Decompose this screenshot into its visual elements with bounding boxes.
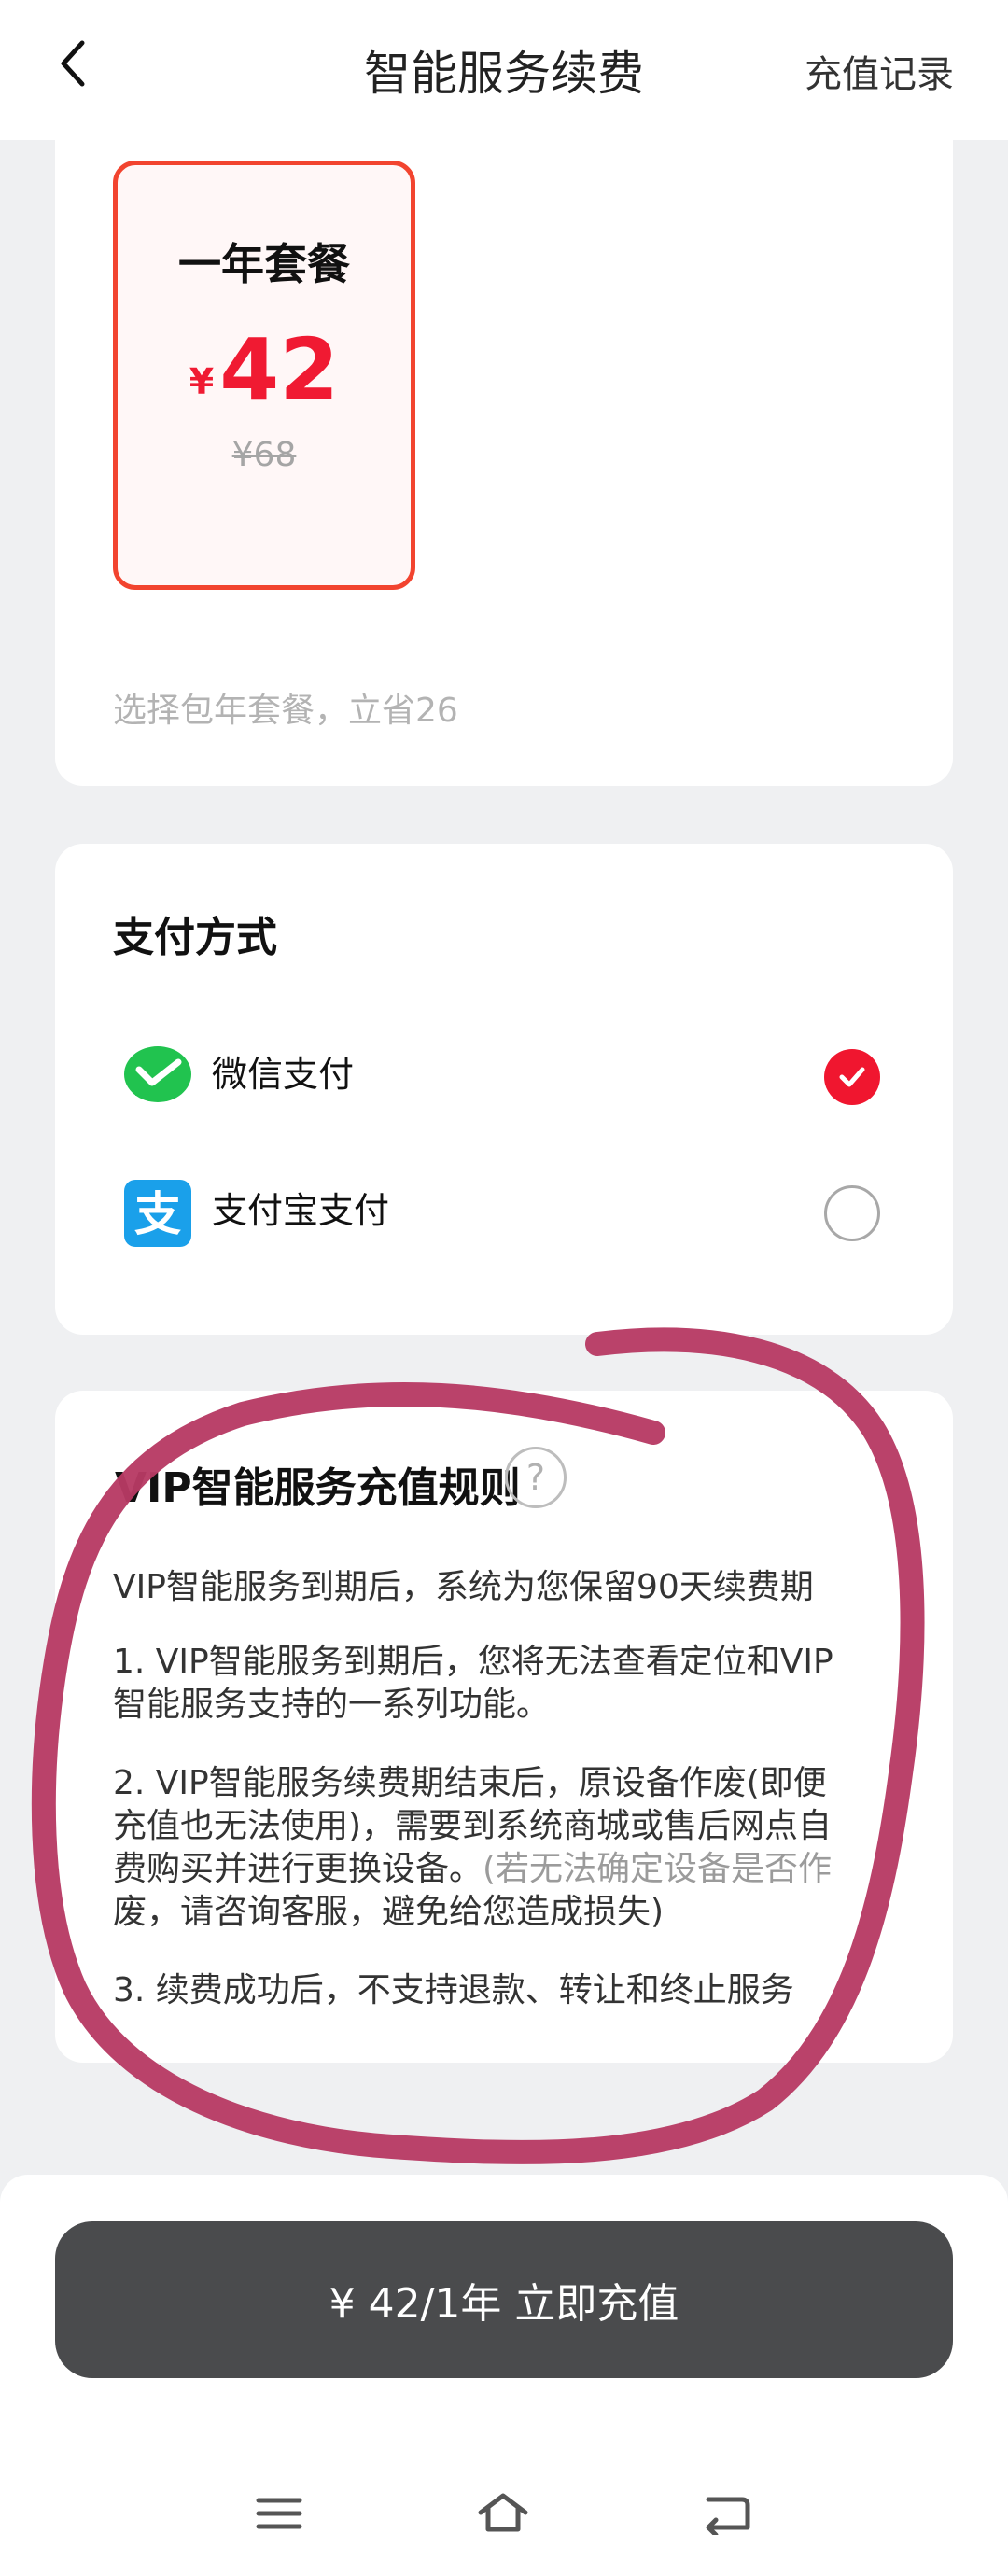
plan-option-yearly[interactable]: 一年套餐 ¥42 ¥68 xyxy=(113,161,415,590)
rule-item-2-note-start: (若无法确定设备是否作 xyxy=(483,1850,833,1888)
home-icon xyxy=(478,2493,528,2532)
nav-home-button[interactable] xyxy=(461,2471,545,2555)
rule-item-2-line-2: 充值也无法使用)，需要到系统商城或售后网点自 xyxy=(113,1807,833,1845)
radio-unselected[interactable] xyxy=(824,1185,880,1241)
rule-item-2-line-1: 2. VIP智能服务续费期结束后，原设备作废(即便 xyxy=(113,1764,827,1802)
plan-card: 一年套餐 ¥42 ¥68 选择包年套餐，立省26 xyxy=(55,112,953,786)
return-icon xyxy=(706,2497,750,2535)
rule-item-2-line-3: 费购买并进行更换设备。(若无法确定设备是否作 xyxy=(113,1848,953,1891)
radio-selected[interactable] xyxy=(824,1049,880,1105)
plan-name: 一年套餐 xyxy=(178,239,350,289)
rule-item-2-line-3-main: 费购买并进行更换设备。 xyxy=(113,1850,483,1888)
recharge-history-link[interactable]: 充值记录 xyxy=(805,49,954,101)
original-price: ¥68 xyxy=(231,436,297,474)
payment-label-wechat: 微信支付 xyxy=(212,1054,355,1095)
price-currency: ¥ xyxy=(189,361,215,402)
rule-item-1-line-1: 1. VIP智能服务到期后，您将无法查看定位和VIP xyxy=(113,1643,833,1681)
nav-menu-button[interactable] xyxy=(237,2471,321,2555)
plan-saving-hint: 选择包年套餐，立省26 xyxy=(113,692,458,730)
payment-section-title: 支付方式 xyxy=(113,914,277,961)
payment-method-card: 支付方式 微信支付 支 支付宝支付 xyxy=(55,844,953,1335)
wechat-pay-icon xyxy=(124,1046,191,1102)
payment-option-alipay[interactable]: 支 支付宝支付 xyxy=(113,1163,945,1256)
rule-item-1-line-2: 智能服务支持的一系列功能。 xyxy=(113,1686,551,1724)
rules-section-title: VIP智能服务充值规则 xyxy=(115,1464,521,1512)
check-icon xyxy=(839,1067,865,1087)
back-button[interactable] xyxy=(39,30,106,97)
price-amount: 42 xyxy=(219,320,340,420)
rule-item-2-note-end: 废，请咨询客服，避免给您造成损失) xyxy=(113,1893,665,1931)
payment-option-wechat[interactable]: 微信支付 xyxy=(113,1027,945,1120)
svg-text:支: 支 xyxy=(134,1187,181,1241)
rule-item-3: 3. 续费成功后，不支持退款、转让和终止服务 xyxy=(113,1971,794,2009)
menu-icon xyxy=(256,2498,302,2529)
nav-back-button[interactable] xyxy=(685,2471,769,2555)
rules-card: VIP智能服务充值规则 ? VIP智能服务到期后，系统为您保留90天续费期 1.… xyxy=(55,1391,953,2063)
question-mark-icon[interactable]: ? xyxy=(505,1447,567,1508)
chevron-left-icon xyxy=(61,40,85,87)
plan-price: ¥42 xyxy=(118,324,411,417)
bottom-action-bar: ¥ 42/1年 立即充值 xyxy=(0,2175,1008,2576)
alipay-icon: 支 xyxy=(124,1180,191,1247)
recharge-now-button[interactable]: ¥ 42/1年 立即充值 xyxy=(55,2221,953,2378)
rule-intro: VIP智能服务到期后，系统为您保留90天续费期 xyxy=(113,1568,814,1606)
payment-label-alipay: 支付宝支付 xyxy=(212,1190,390,1231)
